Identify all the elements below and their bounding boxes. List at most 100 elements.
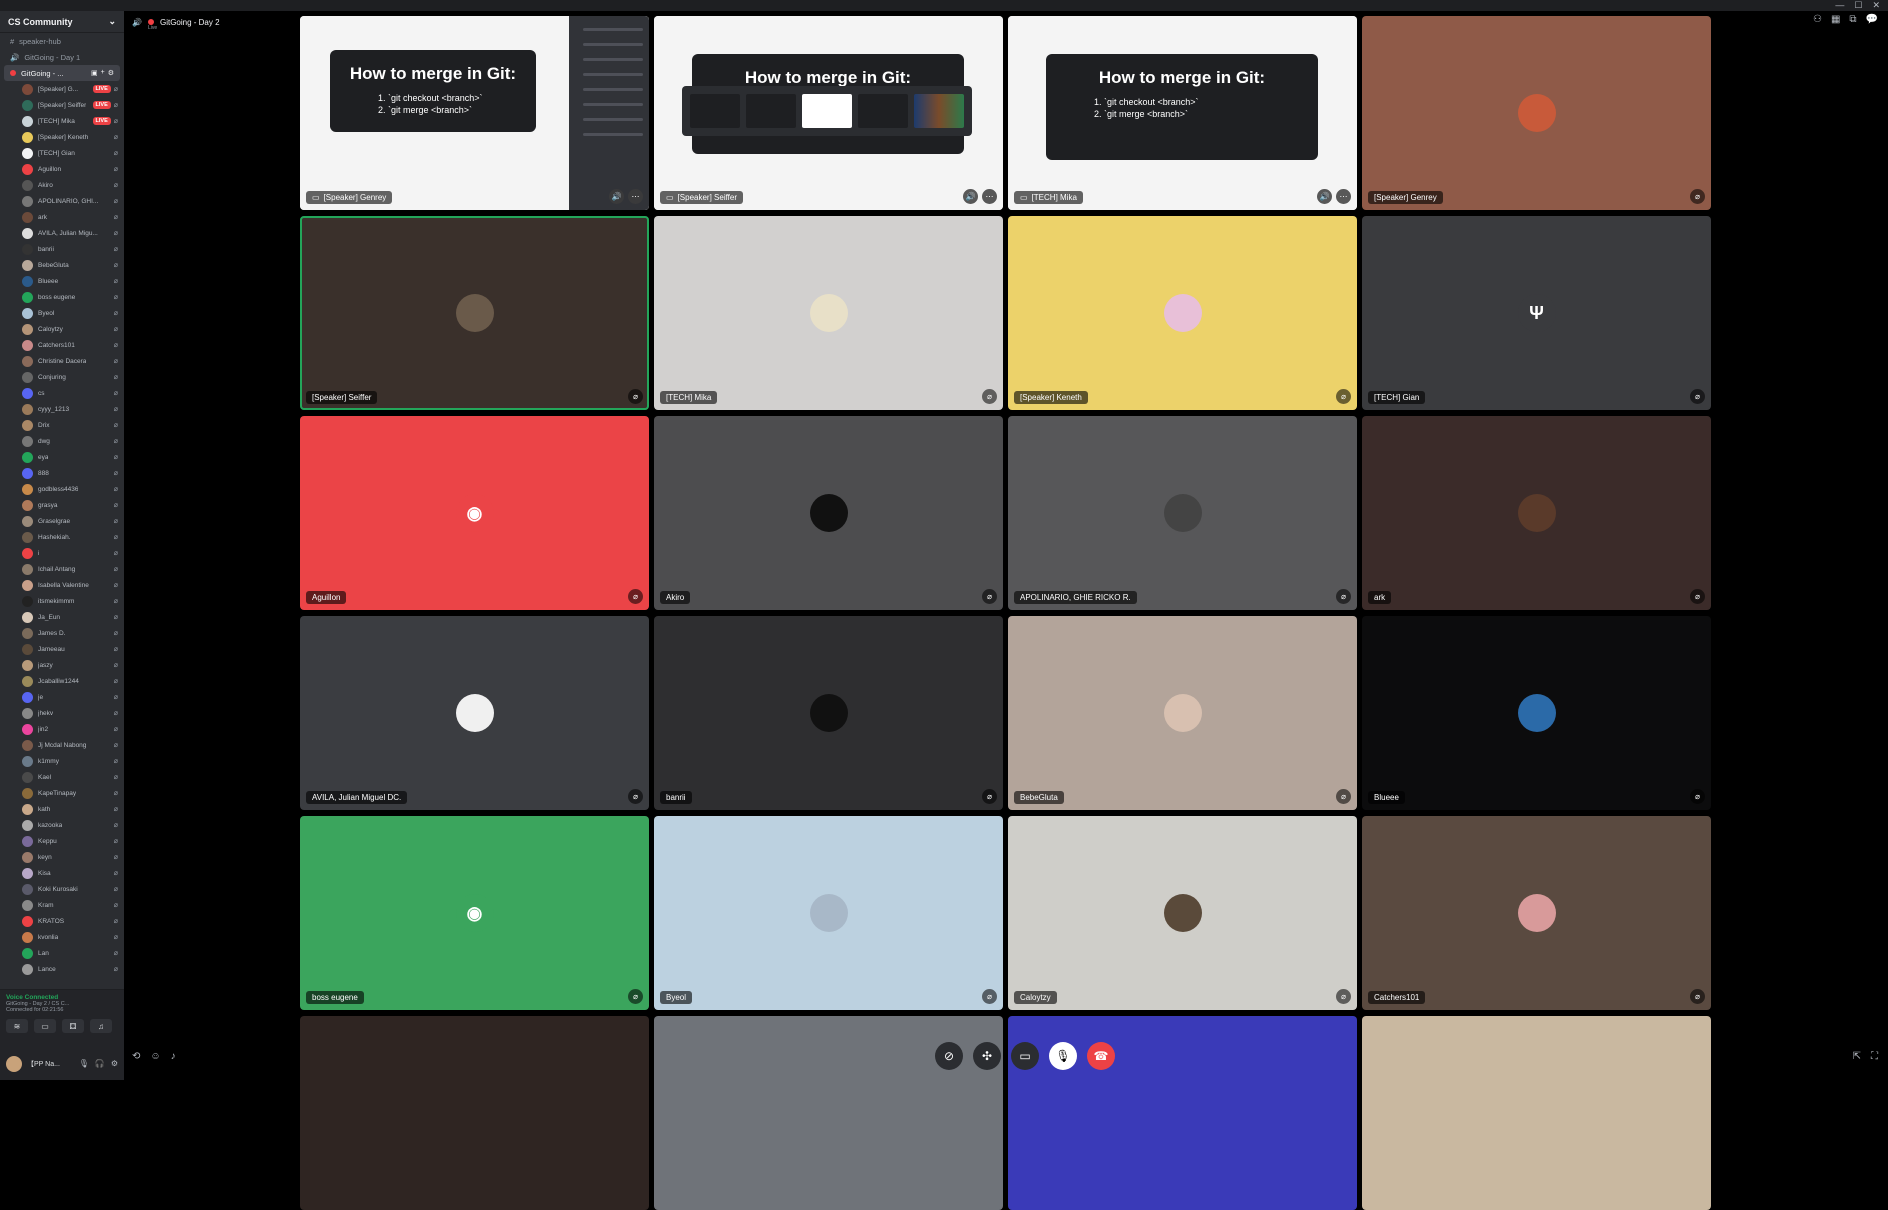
list-item[interactable]: Graselgrae⌀ — [22, 513, 118, 529]
popout-icon[interactable]: ⧉ — [1849, 14, 1856, 25]
list-item[interactable]: Aguillon⌀ — [22, 161, 118, 177]
emoji-icon[interactable]: ☺ — [150, 1051, 160, 1062]
video-tile[interactable]: ⌀[Speaker] Seiffer — [300, 216, 649, 410]
more-icon[interactable]: ⋯ — [628, 189, 643, 204]
video-tile[interactable]: ⌀Caloytzy — [1008, 816, 1357, 1010]
list-item[interactable]: banrii⌀ — [22, 241, 118, 257]
video-tile[interactable]: How to merge in Git:🔊⋯▭[Speaker] Seiffer — [654, 16, 1003, 210]
invite-icon[interactable]: + — [101, 69, 105, 77]
gear-icon[interactable]: ⚙ — [108, 69, 114, 77]
list-item[interactable]: godbless4436⌀ — [22, 481, 118, 497]
list-item[interactable]: kazooka⌀ — [22, 817, 118, 833]
list-item[interactable]: [Speaker] SeifferLIVE⌀ — [22, 97, 118, 113]
list-item[interactable]: Jj Mcdal Nabong⌀ — [22, 737, 118, 753]
video-tile[interactable]: ⌀Akiro — [654, 416, 1003, 610]
list-item[interactable]: keyn⌀ — [22, 849, 118, 865]
video-tile[interactable]: ⌀Blueee — [1362, 616, 1711, 810]
list-item[interactable]: Kisa⌀ — [22, 865, 118, 881]
gear-icon[interactable]: ⚙ — [111, 1059, 118, 1068]
screen-share-button[interactable]: ▭ — [1011, 1042, 1039, 1070]
list-item[interactable]: Akiro⌀ — [22, 177, 118, 193]
video-tile[interactable]: ⌀Catchers101 — [1362, 816, 1711, 1010]
list-item[interactable]: KRATOS⌀ — [22, 913, 118, 929]
list-item[interactable]: je⌀ — [22, 689, 118, 705]
activities-button[interactable]: ✣ — [973, 1042, 1001, 1070]
list-item[interactable]: 888⌀ — [22, 465, 118, 481]
list-item[interactable]: BebeGluta⌀ — [22, 257, 118, 273]
soundboard-icon[interactable]: ♪ — [171, 1051, 176, 1062]
list-item[interactable]: Drix⌀ — [22, 417, 118, 433]
list-item[interactable]: Koki Kurosaki⌀ — [22, 881, 118, 897]
list-item[interactable]: jaszy⌀ — [22, 657, 118, 673]
more-icon[interactable]: ⋯ — [982, 189, 997, 204]
list-item[interactable]: Blueee⌀ — [22, 273, 118, 289]
list-item[interactable]: AVILA, Julian Migu...⌀ — [22, 225, 118, 241]
list-item[interactable]: Caloytzy⌀ — [22, 321, 118, 337]
list-item[interactable]: James D.⌀ — [22, 625, 118, 641]
list-item[interactable]: itsmekimmm⌀ — [22, 593, 118, 609]
list-item[interactable]: cyyy_1213⌀ — [22, 401, 118, 417]
channel-item[interactable]: #speaker-hub — [0, 33, 124, 49]
list-item[interactable]: Ichail Antang⌀ — [22, 561, 118, 577]
list-item[interactable]: Jcaballiw1244⌀ — [22, 673, 118, 689]
list-item[interactable]: jin2⌀ — [22, 721, 118, 737]
list-item[interactable]: dwg⌀ — [22, 433, 118, 449]
list-item[interactable]: Conjuring⌀ — [22, 369, 118, 385]
video-tile-partial[interactable] — [1362, 1016, 1711, 1210]
soundboard-button[interactable]: ♫ — [90, 1019, 112, 1033]
list-item[interactable]: [Speaker] G...LIVE⌀ — [22, 81, 118, 97]
list-item[interactable]: Keppu⌀ — [22, 833, 118, 849]
video-tile[interactable]: ⌀banrii — [654, 616, 1003, 810]
video-tile[interactable]: How to merge in Git:`git checkout <branc… — [1008, 16, 1357, 210]
video-tile[interactable]: ⌀[Speaker] Keneth — [1008, 216, 1357, 410]
volume-icon[interactable]: 🔊 — [609, 189, 624, 204]
username[interactable]: 【PP Na... — [27, 1059, 60, 1069]
list-item[interactable]: grasya⌀ — [22, 497, 118, 513]
volume-icon[interactable]: 🔊 — [963, 189, 978, 204]
activities-button[interactable]: ⚃ — [62, 1019, 84, 1033]
activity-icon[interactable]: ⟲ — [132, 1051, 140, 1062]
list-item[interactable]: ark⌀ — [22, 209, 118, 225]
active-voice-channel[interactable]: GitGoing - ... ▣ + ⚙ — [4, 65, 120, 81]
list-item[interactable]: Ja_Eun⌀ — [22, 609, 118, 625]
microphone-button[interactable]: 🎙 — [1049, 1042, 1077, 1070]
screen-share-button[interactable]: ▭ — [34, 1019, 56, 1033]
list-item[interactable]: i⌀ — [22, 545, 118, 561]
chat-icon[interactable]: 💬 — [1866, 14, 1878, 25]
grid-layout-icon[interactable]: ▦ — [1831, 14, 1840, 25]
microphone-icon[interactable]: 🎙 — [79, 1059, 89, 1068]
video-tile[interactable]: ⌀AVILA, Julian Miguel DC. — [300, 616, 649, 810]
list-item[interactable]: Christine Dacera⌀ — [22, 353, 118, 369]
video-tile[interactable]: How to merge in Git:`git checkout <branc… — [300, 16, 649, 210]
list-item[interactable]: APOLINARIO, GHI...⌀ — [22, 193, 118, 209]
fullscreen-icon[interactable]: ⛶ — [1871, 1051, 1878, 1062]
close-icon[interactable]: ✕ — [1872, 0, 1880, 11]
list-item[interactable]: boss eugene⌀ — [22, 289, 118, 305]
volume-icon[interactable]: 🔊 — [1317, 189, 1332, 204]
list-item[interactable]: cs⌀ — [22, 385, 118, 401]
video-tile[interactable]: ◉⌀Aguillon — [300, 416, 649, 610]
list-item[interactable]: Hashekiah.⌀ — [22, 529, 118, 545]
headphones-icon[interactable]: 🎧 — [95, 1059, 105, 1068]
server-header[interactable]: CS Community ⌄ — [0, 11, 124, 33]
camera-off-button[interactable]: ⊘ — [935, 1042, 963, 1070]
video-tile[interactable]: ⌀[Speaker] Genrey — [1362, 16, 1711, 210]
noise-suppression-button[interactable]: ≋ — [6, 1019, 28, 1033]
video-tile-partial[interactable] — [300, 1016, 649, 1210]
more-icon[interactable]: ⋯ — [1336, 189, 1351, 204]
channel-item[interactable]: 🔊GitGoing - Day 1 — [0, 49, 124, 65]
video-tile[interactable]: ⌀[TECH] Mika — [654, 216, 1003, 410]
video-tile[interactable]: ⌀APOLINARIO, GHIE RICKO R. — [1008, 416, 1357, 610]
maximize-icon[interactable]: ☐ — [1854, 0, 1862, 11]
video-tile[interactable]: ⌀BebeGluta — [1008, 616, 1357, 810]
minimize-icon[interactable]: — — [1835, 0, 1844, 11]
list-item[interactable]: kath⌀ — [22, 801, 118, 817]
video-tile[interactable]: Ψ⌀[TECH] Gian — [1362, 216, 1711, 410]
list-item[interactable]: Kael⌀ — [22, 769, 118, 785]
avatar[interactable] — [6, 1056, 22, 1072]
list-item[interactable]: k1mmy⌀ — [22, 753, 118, 769]
video-tile[interactable]: ⌀Byeol — [654, 816, 1003, 1010]
list-item[interactable]: [TECH] Gian⌀ — [22, 145, 118, 161]
list-item[interactable]: Kram⌀ — [22, 897, 118, 913]
chat-icon[interactable]: ▣ — [91, 69, 98, 77]
